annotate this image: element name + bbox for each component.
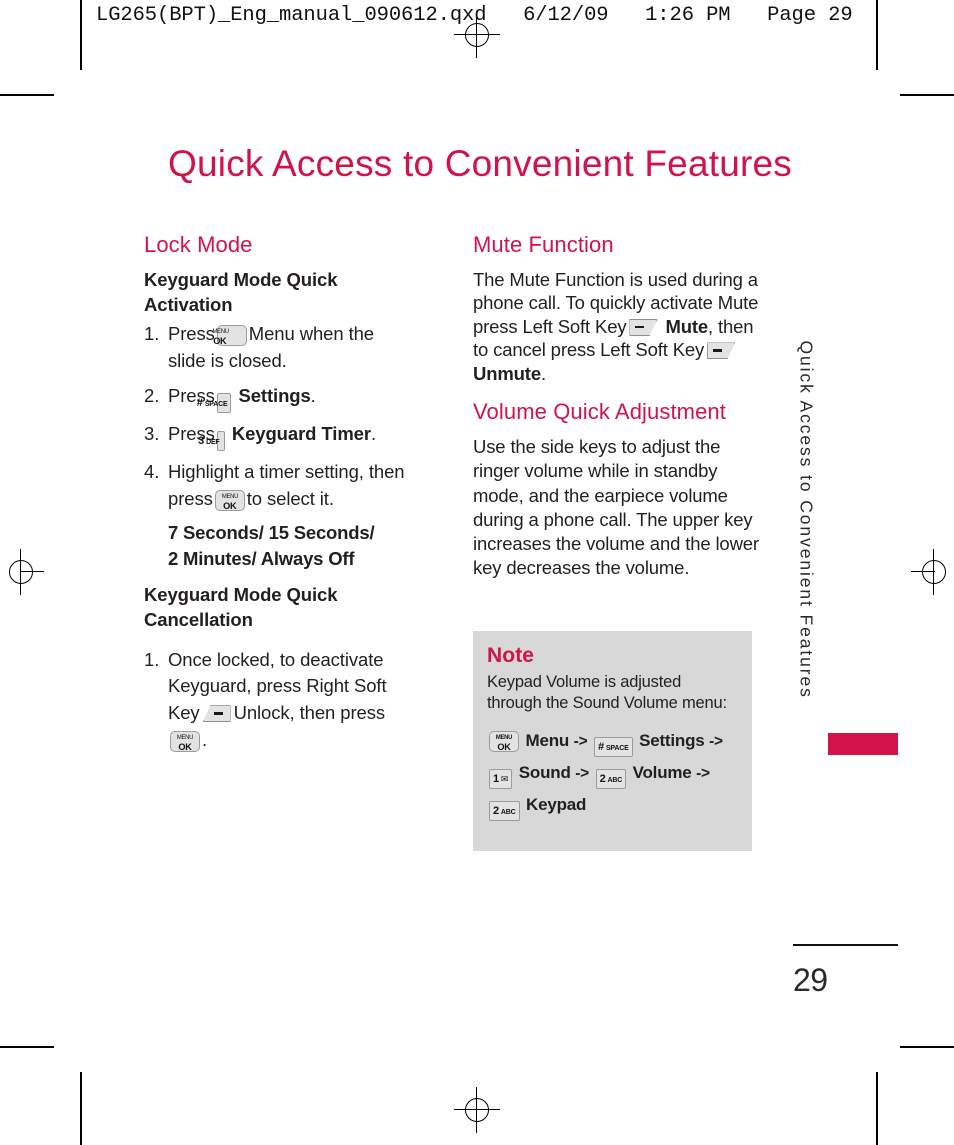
- list-item: 1. Once locked, to deactivate Keyguard, p…: [144, 647, 444, 754]
- note-menu-path: MENU OK Menu -> # SPACE Settings -> 1 ✉ Sou…: [487, 725, 738, 821]
- menu-ok-key-icon: MENU OK: [489, 730, 519, 752]
- mute-bold-1: Mute: [665, 315, 709, 337]
- step-text-after: .: [310, 384, 316, 406]
- step-text-line-4: MENU OK.: [168, 727, 444, 754]
- left-column: Lock Mode Keyguard Mode Quick Activation…: [144, 232, 444, 762]
- subheading-line-1: Keyguard Mode Quick: [144, 269, 338, 290]
- step-text-before: Press: [168, 323, 215, 345]
- timer-options-line-2: 2 Minutes/ Always Off: [168, 547, 355, 569]
- three-def-key-icon: 3 DEF: [198, 430, 225, 451]
- section-title-lock-mode: Lock Mode: [144, 232, 253, 257]
- volume-adjustment-body: Use the side keys to adjust the ringer v…: [473, 436, 759, 578]
- step-text-bold: Keyguard Timer: [231, 422, 371, 444]
- subheading-line-2: Cancellation: [144, 609, 253, 631]
- mute-bold-2: Unmute: [473, 362, 541, 384]
- step-continuation-before: press: [168, 487, 213, 509]
- right-soft-key-icon: [202, 705, 231, 723]
- step-number: 1.: [144, 648, 160, 670]
- page-title: Quick Access to Convenient Features: [168, 143, 792, 184]
- path-label-keypad: Keypad: [526, 794, 587, 814]
- path-arrow: ->: [573, 732, 588, 750]
- list-item: 2. Press# SPACE Settings.: [144, 383, 444, 413]
- step-text-line-1: Once locked, to deactivate: [168, 648, 384, 670]
- list-item: 4. Highlight a timer setting, then press M…: [144, 459, 444, 513]
- path-arrow: ->: [709, 732, 723, 750]
- path-label-settings: Settings: [639, 730, 705, 750]
- right-column: Mute Function The Mute Function is used …: [473, 232, 765, 588]
- menu-ok-key-icon: MENU OK: [214, 489, 245, 511]
- activation-step-list: 1. Press MENU OK Menu when the slide is clos…: [144, 321, 444, 512]
- step-continuation: slide is closed.: [168, 350, 287, 371]
- line-4-after: .: [202, 729, 208, 751]
- line-3-after: Unlock, then press: [233, 702, 386, 724]
- cancellation-step-list: 1. Once locked, to deactivate Keyguard, p…: [144, 647, 444, 754]
- step-number: 4.: [144, 460, 160, 482]
- step-number: 1.: [144, 323, 160, 345]
- path-arrow: ->: [575, 764, 590, 782]
- step-continuation-after: to select it.: [246, 487, 334, 509]
- hash-space-key-icon: # SPACE: [594, 736, 633, 757]
- subheading-keyguard-activation: Keyguard Mode Quick Activation: [144, 268, 444, 317]
- two-abc-key-icon: 2 ABC: [595, 768, 627, 789]
- step-number: 3.: [144, 422, 160, 444]
- timer-options: 7 Seconds/ 15 Seconds/ 2 Minutes/ Always…: [168, 520, 444, 571]
- menu-ok-key-icon: MENU OK: [170, 731, 200, 753]
- section-title-mute-function: Mute Function: [473, 232, 614, 257]
- subheading-line-1: Keyguard Mode Quick: [144, 584, 338, 606]
- mute-function-body: The Mute Function is used during a phone…: [473, 268, 765, 385]
- menu-ok-key-icon: MENU OK: [212, 325, 247, 347]
- step-text-line-3: Key Unlock, then press: [168, 700, 444, 727]
- two-abc-key-icon: 2 ABC: [489, 800, 520, 821]
- subheading-line-2: Activation: [144, 293, 233, 315]
- one-envelope-key-icon: 1 ✉: [489, 768, 513, 789]
- step-continuation: press MENU OK to select it.: [168, 486, 444, 513]
- note-title: Note: [487, 644, 535, 667]
- note-text: Keypad Volume is adjusted through the So…: [487, 673, 727, 713]
- step-text-line-2: Keyguard, press Right Soft: [168, 675, 387, 697]
- list-item: 3. Press3 DEF Keyguard Timer.: [144, 421, 444, 451]
- note-box: Note Keypad Volume is adjusted through t…: [473, 631, 752, 851]
- section-title-volume-quick-adjustment: Volume Quick Adjustment: [473, 399, 726, 425]
- subheading-keyguard-cancellation: Keyguard Mode Quick Cancellation: [144, 583, 444, 632]
- timer-options-line-1: 7 Seconds/ 15 Seconds/: [168, 522, 375, 544]
- side-tab: Quick Access to Convenient Features: [788, 338, 828, 858]
- step-text-after: Menu when the: [248, 323, 374, 345]
- list-item: 1. Press MENU OK Menu when the slide is clos…: [144, 321, 444, 375]
- step-text-after: .: [370, 422, 377, 444]
- left-soft-key-icon: [629, 318, 658, 336]
- path-arrow: ->: [696, 764, 710, 782]
- page-number: 29: [793, 962, 828, 998]
- side-tab-label: Quick Access to Convenient Features: [796, 340, 817, 699]
- left-soft-key-icon: [707, 342, 736, 360]
- step-number: 2.: [144, 384, 160, 406]
- step-text-before: Highlight a timer setting, then: [168, 460, 405, 482]
- mute-text-3: .: [540, 362, 546, 384]
- path-label-volume: Volume: [632, 762, 692, 782]
- hash-space-key-icon: # SPACE: [197, 392, 232, 413]
- line-3-before: Key: [168, 702, 200, 724]
- manual-page: Quick Access to Convenient Features Lock…: [0, 0, 954, 1145]
- side-tab-color-block: [828, 733, 898, 755]
- path-label-sound: Sound: [518, 762, 571, 782]
- step-text-bold: Settings: [238, 384, 311, 406]
- footer-divider: [793, 944, 898, 946]
- path-label-menu: Menu: [525, 730, 570, 750]
